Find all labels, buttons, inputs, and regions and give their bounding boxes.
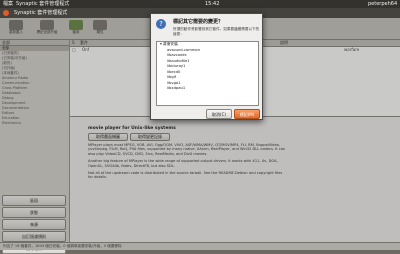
mark-button[interactable]: 標記(M) (234, 109, 260, 119)
cancel-button[interactable]: 取消(C) (206, 109, 232, 119)
list-item: libxdpau1 (167, 86, 186, 90)
window-title: Synaptic 套件管理程式 (14, 10, 68, 16)
mark-changes-dialog: ? 標記其它需要的變更？ 所選的動作會影響到其它套件。如果要繼續需要以下的變更：… (150, 13, 263, 120)
system-menu-label[interactable]: 檔案 (3, 0, 13, 8)
dialog-message: 所選的動作會影響到其它套件。如果要繼續需要以下的變更： (173, 27, 260, 36)
system-top-bar: 檔案 Synaptic 套件管理程式 15:42 peterpeh64 (0, 0, 400, 8)
user-name[interactable]: peterpeh64 (368, 0, 397, 8)
system-app-title: Synaptic 套件管理程式 (16, 1, 70, 7)
changes-list[interactable]: ▾ 將會安裝 avsound-common libavcodec libaudi… (156, 41, 259, 106)
close-window-icon[interactable] (3, 10, 9, 16)
question-icon: ? (156, 19, 166, 29)
install-section-label: 將會安裝 (163, 42, 178, 46)
clock[interactable]: 15:42 (205, 0, 219, 8)
dialog-title: 標記其它需要的變更？ (173, 19, 224, 25)
